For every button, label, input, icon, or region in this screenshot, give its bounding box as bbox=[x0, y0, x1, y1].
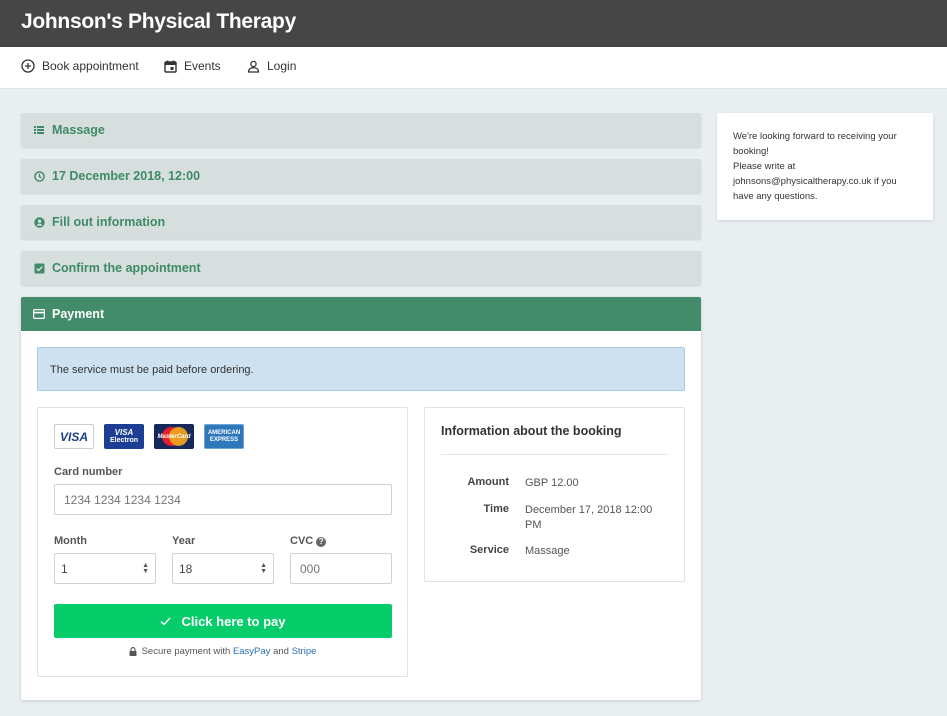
step-service[interactable]: Massage bbox=[21, 113, 701, 147]
card-number-input[interactable] bbox=[54, 484, 392, 515]
nav-label: Events bbox=[184, 59, 221, 73]
info-value: Massage bbox=[525, 545, 570, 557]
payment-title: Payment bbox=[52, 307, 105, 321]
calendar-icon bbox=[163, 59, 177, 73]
info-value: December 17, 2018 12:00 PM bbox=[525, 504, 653, 531]
info-key: Amount bbox=[467, 476, 509, 488]
stripe-link[interactable]: Stripe bbox=[292, 646, 317, 657]
card-logos: VISA VISA Electron MasterCard AMERICAN E… bbox=[54, 424, 244, 449]
info-key: Time bbox=[483, 503, 509, 515]
step-label: 17 December 2018, 12:00 bbox=[52, 169, 201, 183]
step-label: Confirm the appointment bbox=[52, 261, 201, 275]
nav-login[interactable]: Login bbox=[246, 59, 296, 73]
electron-logo-top: VISA bbox=[114, 427, 134, 437]
payment-panel: Payment The service must be paid before … bbox=[21, 297, 701, 700]
plus-circle-icon bbox=[21, 59, 35, 73]
info-key: Service bbox=[469, 544, 509, 556]
amex-logo-top: AMERICAN bbox=[207, 429, 241, 436]
cvc-label: CVC bbox=[290, 535, 314, 547]
mastercard-logo-text: MasterCard bbox=[157, 433, 191, 440]
payment-header: Payment bbox=[21, 297, 701, 331]
check-square-icon bbox=[33, 262, 45, 274]
cvc-input[interactable] bbox=[290, 553, 392, 584]
month-select[interactable]: 1 ▲ ▼ bbox=[54, 553, 156, 584]
sidebar-message: We're looking forward to receiving your … bbox=[717, 113, 933, 220]
sidebar-line-2: Please write at johnsons@physicaltherapy… bbox=[733, 161, 897, 202]
cvc-label-wrap: CVC? bbox=[290, 535, 327, 547]
year-value: 18 bbox=[179, 561, 193, 576]
amex-logo-bottom: EXPRESS bbox=[209, 436, 239, 443]
step-information[interactable]: Fill out information bbox=[21, 205, 701, 239]
year-label: Year bbox=[172, 535, 196, 547]
list-icon bbox=[33, 124, 45, 136]
nav-label: Book appointment bbox=[42, 59, 139, 73]
secure-and: and bbox=[273, 646, 289, 657]
divider bbox=[441, 454, 669, 455]
card-number-label: Card number bbox=[54, 466, 123, 478]
nav-book-appointment[interactable]: Book appointment bbox=[21, 59, 139, 73]
pay-button[interactable]: Click here to pay bbox=[54, 604, 392, 638]
sidebar-line-1: We're looking forward to receiving your … bbox=[733, 131, 897, 157]
step-datetime[interactable]: 17 December 2018, 12:00 bbox=[21, 159, 701, 193]
user-icon bbox=[246, 59, 260, 73]
select-arrows-icon: ▲ ▼ bbox=[142, 561, 149, 575]
step-label: Massage bbox=[52, 123, 105, 137]
secure-prefix: Secure payment with bbox=[141, 646, 231, 657]
year-select[interactable]: 18 ▲ ▼ bbox=[172, 553, 274, 584]
lock-icon bbox=[129, 647, 137, 656]
clock-icon bbox=[33, 170, 45, 182]
pay-button-label: Click here to pay bbox=[181, 613, 286, 629]
nav-bar: Book appointment Events Login bbox=[0, 47, 947, 89]
credit-card-icon bbox=[33, 308, 45, 320]
select-arrows-icon: ▲ ▼ bbox=[260, 561, 267, 575]
visa-electron-logo: VISA Electron bbox=[104, 424, 144, 449]
user-circle-icon bbox=[33, 216, 45, 228]
month-label: Month bbox=[54, 535, 87, 547]
visa-logo-text: VISA bbox=[59, 429, 88, 444]
step-label: Fill out information bbox=[52, 215, 166, 229]
help-icon[interactable]: ? bbox=[316, 536, 327, 547]
easypay-link[interactable]: EasyPay bbox=[233, 646, 271, 657]
card-form: VISA VISA Electron MasterCard AMERICAN E… bbox=[37, 407, 408, 677]
app-header: Johnson's Physical Therapy bbox=[0, 0, 947, 47]
step-confirm[interactable]: Confirm the appointment bbox=[21, 251, 701, 285]
mastercard-logo: MasterCard bbox=[154, 424, 194, 449]
booking-info-title: Information about the booking bbox=[441, 424, 622, 438]
nav-events[interactable]: Events bbox=[163, 59, 221, 73]
electron-logo-bottom: Electron bbox=[109, 436, 138, 444]
payment-notice: The service must be paid before ordering… bbox=[37, 347, 685, 391]
checkmark-icon bbox=[160, 614, 171, 629]
visa-logo: VISA bbox=[54, 424, 94, 449]
booking-info-panel: Information about the booking Amount GBP… bbox=[424, 407, 685, 582]
site-title[interactable]: Johnson's Physical Therapy bbox=[21, 10, 296, 34]
info-value: GBP 12.00 bbox=[525, 477, 579, 489]
amex-logo: AMERICAN EXPRESS bbox=[204, 424, 244, 449]
secure-payment-note: Secure payment with EasyPay and Stripe bbox=[38, 646, 407, 657]
nav-label: Login bbox=[267, 59, 297, 73]
month-value: 1 bbox=[61, 561, 68, 576]
